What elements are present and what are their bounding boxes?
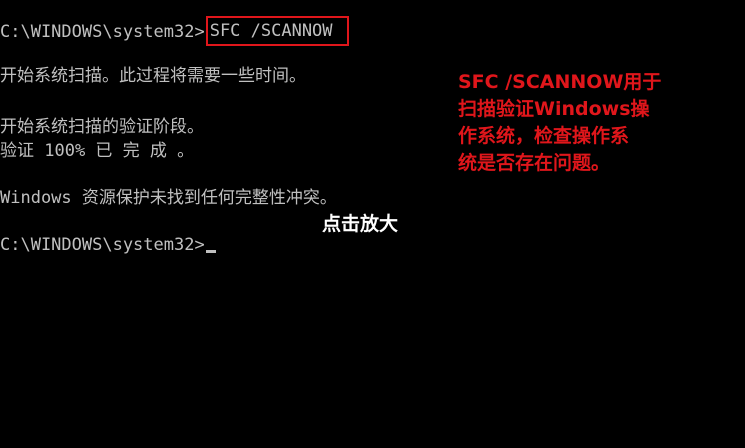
output-result: Windows 资源保护未找到任何完整性冲突。 bbox=[0, 188, 337, 208]
prompt-path: C:\WINDOWS\system32> bbox=[0, 22, 205, 42]
text-cursor bbox=[205, 250, 216, 253]
prompt-line-1: C:\WINDOWS\system32> SFC /SCANNOW bbox=[0, 16, 349, 47]
zoom-hint-label[interactable]: 点击放大 bbox=[322, 211, 398, 237]
prompt-path-2: C:\WINDOWS\system32> bbox=[0, 235, 205, 255]
output-start-verify: 开始系统扫描的验证阶段。 bbox=[0, 117, 204, 137]
sfc-annotation: SFC /SCANNOW用于 扫描验证Windows操 作系统，检查操作系 统是… bbox=[458, 71, 662, 174]
command-text: SFC /SCANNOW bbox=[209, 21, 333, 41]
command-highlight-box: SFC /SCANNOW bbox=[205, 16, 349, 46]
output-start-scan: 开始系统扫描。此过程将需要一些时间。 bbox=[0, 66, 306, 86]
output-verify-progress: 验证 100% 已 完 成 。 bbox=[0, 141, 195, 161]
prompt-line-2[interactable]: C:\WINDOWS\system32> bbox=[0, 234, 216, 257]
